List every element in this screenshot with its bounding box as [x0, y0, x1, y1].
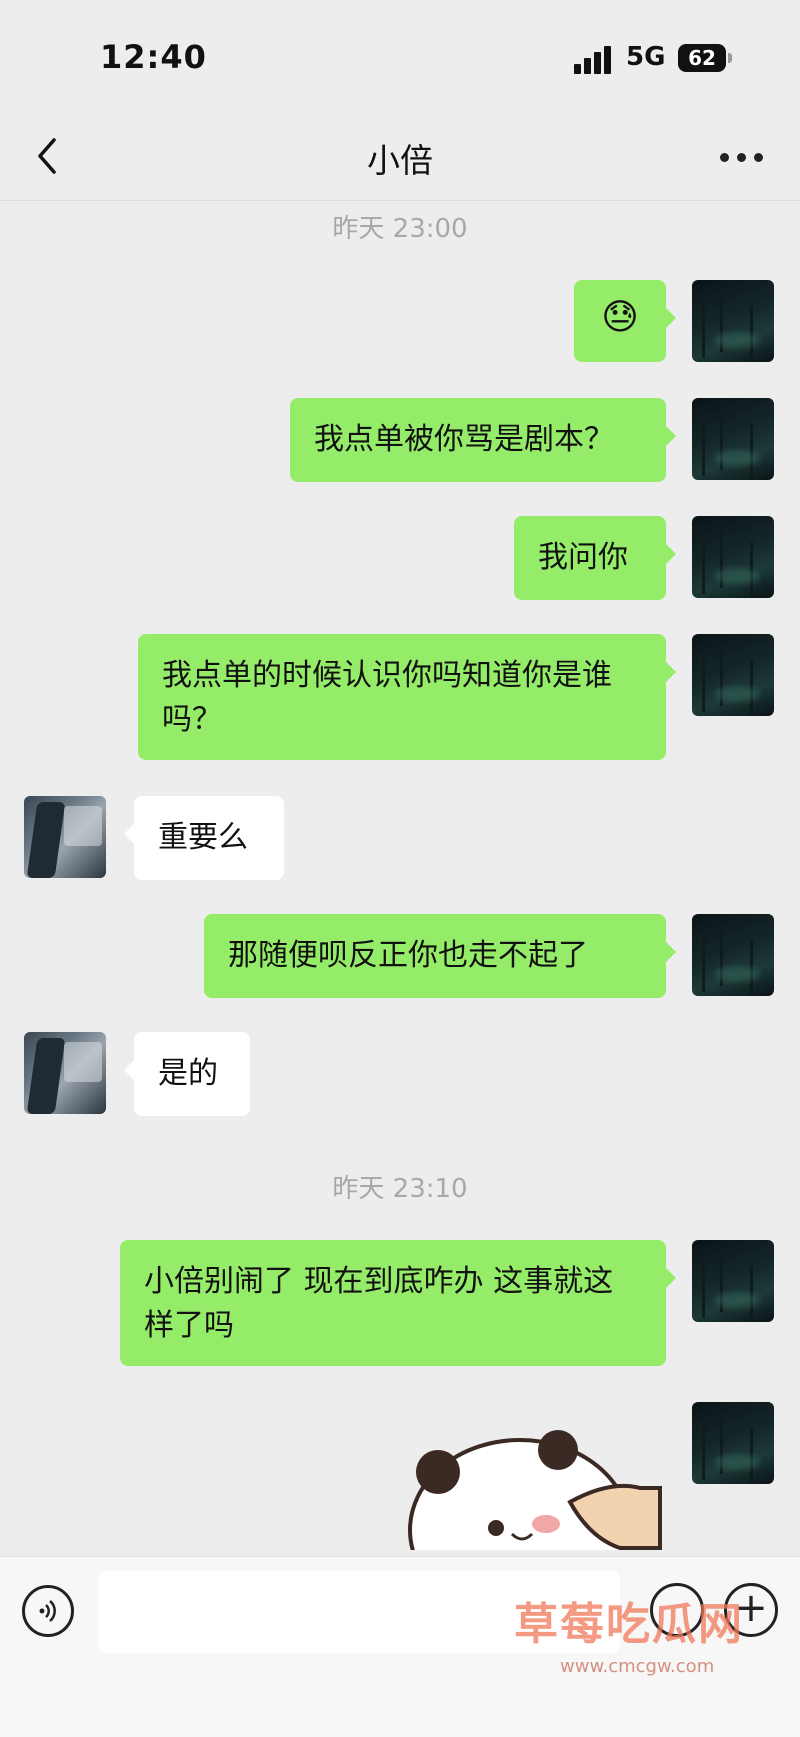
message-bubble[interactable]: 我点单的时候认识你吗知道你是谁吗？: [138, 634, 676, 760]
message-text: 我点单的时候认识你吗知道你是谁吗？: [162, 658, 612, 737]
network-type: 5G: [626, 42, 666, 72]
contact-avatar[interactable]: [24, 796, 106, 878]
message-text: 我点单被你骂是剧本？: [314, 422, 614, 457]
sweat-emoji-icon: 😓: [601, 297, 639, 338]
self-avatar[interactable]: [692, 398, 774, 480]
message-bubble[interactable]: 重要么: [124, 796, 284, 880]
status-bar: 12:40 5G 62: [0, 0, 800, 112]
message-text: 小倍别闹了 现在到底咋办 这事就这样了吗: [144, 1264, 614, 1343]
battery-tip: [728, 53, 732, 63]
more-dots-icon[interactable]: [720, 142, 770, 172]
message-bubble[interactable]: 是的: [124, 1032, 250, 1116]
message-bubble[interactable]: 我点单被你骂是剧本？: [290, 398, 676, 482]
self-avatar[interactable]: [692, 516, 774, 598]
watermark-logo: 草莓吃瓜网: [514, 1599, 744, 1650]
self-avatar[interactable]: [692, 914, 774, 996]
message-bubble-emoji[interactable]: 😓: [574, 280, 676, 362]
self-avatar[interactable]: [692, 280, 774, 362]
watermark-url: www.cmcgw.com: [560, 1656, 715, 1677]
message-bubble[interactable]: 那随便呗反正你也走不起了: [204, 914, 676, 998]
message-bubble[interactable]: 我问你: [514, 516, 676, 600]
message-text: 那随便呗反正你也走不起了: [228, 938, 588, 973]
status-time: 12:40: [100, 38, 207, 76]
self-avatar[interactable]: [692, 1240, 774, 1322]
message-text: 重要么: [158, 820, 248, 855]
self-avatar[interactable]: [692, 1402, 774, 1484]
chat-title: 小倍: [367, 141, 433, 180]
message-timestamp: 昨天 23:00: [332, 214, 468, 244]
message-text: 我问你: [538, 540, 628, 575]
battery-level: 62: [688, 46, 716, 70]
voice-icon[interactable]: [22, 1585, 74, 1637]
battery-icon: 62: [678, 44, 726, 72]
panda-sticker[interactable]: [400, 1420, 670, 1550]
message-timestamp: 昨天 23:10: [332, 1174, 468, 1204]
chat-header: 小倍: [0, 112, 800, 201]
self-avatar[interactable]: [692, 634, 774, 716]
message-bubble[interactable]: 小倍别闹了 现在到底咋办 这事就这样了吗: [120, 1240, 676, 1366]
contact-avatar[interactable]: [24, 1032, 106, 1114]
message-text: 是的: [158, 1056, 218, 1091]
signal-icon: [574, 46, 614, 74]
